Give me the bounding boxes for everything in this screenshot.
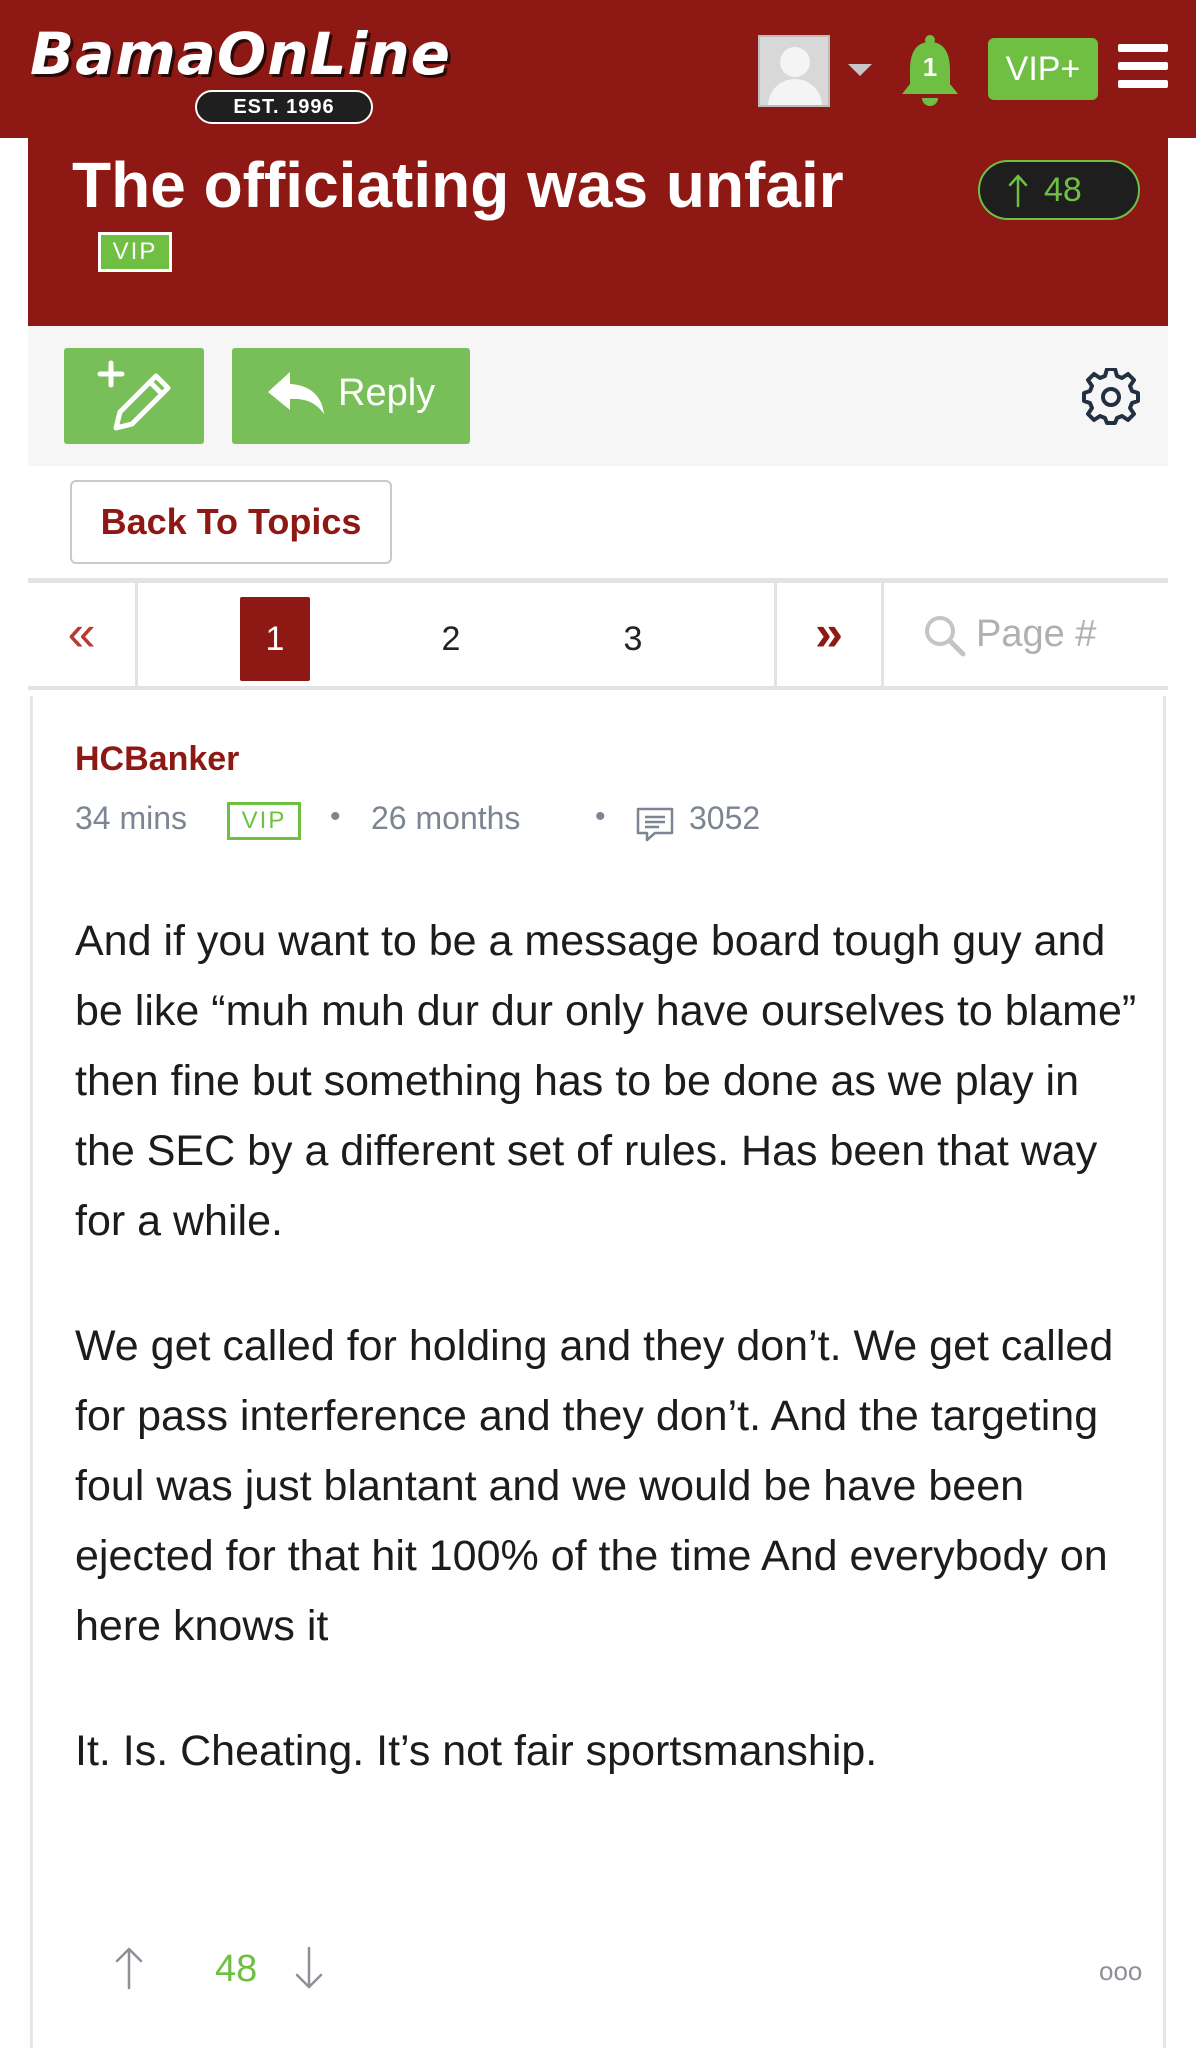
search-icon: [925, 616, 966, 657]
back-to-topics-button[interactable]: Back To Topics: [70, 480, 392, 564]
site-logo[interactable]: BamaOnLine EST. 1996: [30, 20, 530, 130]
vip-badge: VIP: [227, 802, 301, 840]
topic-header: The officiating was unfair VIP 48: [28, 138, 1168, 326]
pagination-bar: « 1 2 3 »: [28, 578, 1168, 690]
post-body: And if you want to be a message board to…: [75, 906, 1145, 1786]
author-post-count: 3052: [689, 800, 761, 836]
topic-toolbar: Reply: [28, 326, 1168, 466]
reply-arrow-icon: [268, 372, 324, 414]
hamburger-menu-icon[interactable]: [1118, 44, 1168, 88]
forum-post: HCBanker 34 mins VIP • 26 months • 3052 …: [30, 696, 1166, 2048]
menu-bar: [1118, 44, 1168, 52]
caret-down-icon[interactable]: [848, 64, 872, 76]
notifications-button[interactable]: 1: [898, 34, 962, 106]
page-title: The officiating was unfair: [72, 149, 844, 221]
meta-separator: •: [595, 800, 606, 833]
arrow-down-icon[interactable]: [291, 1946, 327, 1990]
post-time: 34 mins: [75, 800, 188, 836]
new-topic-button[interactable]: [64, 348, 204, 444]
arrow-up-icon: [1008, 174, 1028, 208]
menu-bar: [1118, 80, 1168, 88]
member-duration: 26 months: [371, 800, 521, 836]
reply-button-label: Reply: [338, 372, 436, 414]
post-paragraph: We get called for holding and they don’t…: [75, 1322, 1114, 1650]
user-avatar[interactable]: [758, 35, 830, 107]
notification-count: 1: [922, 52, 938, 82]
page-jump: [906, 583, 1168, 686]
logo-wordmark: BamaOnLine: [30, 20, 451, 88]
menu-bar: [1118, 62, 1168, 70]
avatar-head-shape: [780, 47, 810, 77]
avatar-body-shape: [768, 79, 822, 105]
last-page-button[interactable]: »: [774, 583, 884, 686]
top-nav-bar: BamaOnLine EST. 1996 1 VIP+: [0, 0, 1196, 138]
page-number[interactable]: 2: [416, 597, 486, 681]
more-options-button[interactable]: ooo: [1099, 1956, 1142, 1987]
gear-icon[interactable]: [1082, 368, 1140, 426]
pencil-plus-icon: [97, 360, 171, 431]
vip-badge: VIP: [98, 232, 172, 272]
meta-separator: •: [330, 800, 341, 833]
post-author[interactable]: HCBanker: [75, 740, 239, 779]
vip-plus-button[interactable]: VIP+: [988, 38, 1098, 100]
page-number[interactable]: 3: [598, 597, 668, 681]
page-number-input[interactable]: [976, 605, 1156, 663]
arrow-up-icon[interactable]: [111, 1946, 147, 1990]
post-paragraph: It. Is. Cheating. It’s not fair sportsma…: [75, 1727, 878, 1775]
post-vote-count: 48: [215, 1948, 258, 1990]
reply-button[interactable]: Reply: [232, 348, 470, 444]
post-actions: 48 ooo: [69, 1946, 1142, 2006]
comment-icon: [636, 807, 674, 842]
page-number-current[interactable]: 1: [240, 597, 310, 681]
logo-est-badge: EST. 1996: [195, 90, 373, 124]
post-paragraph: And if you want to be a message board to…: [75, 917, 1137, 1245]
topic-vote-count: 48: [1044, 171, 1082, 209]
topic-vote-pill[interactable]: 48: [978, 160, 1140, 220]
first-page-button[interactable]: «: [28, 583, 138, 686]
